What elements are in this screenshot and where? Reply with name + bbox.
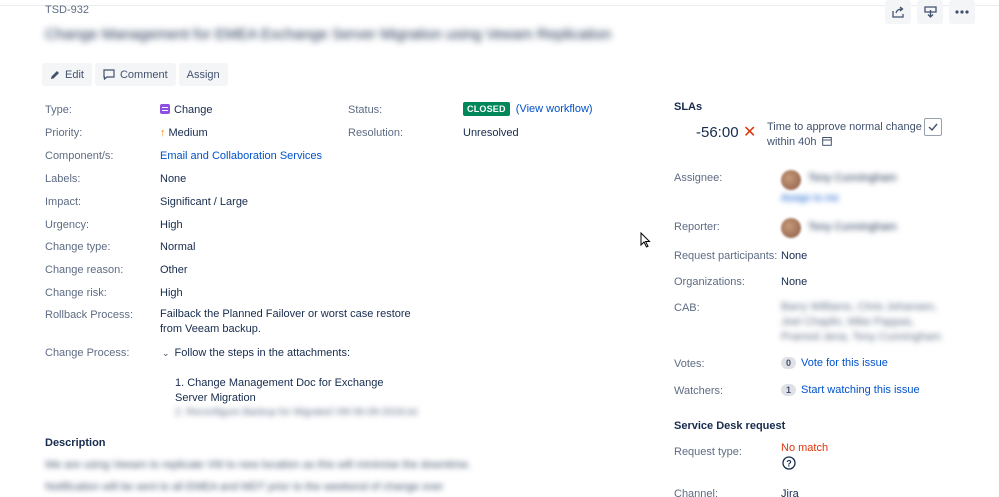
components-label: Component/s: [45, 150, 114, 162]
change-reason-value: Other [160, 264, 188, 276]
arrow-up-icon: ↑ [160, 127, 166, 139]
organizations-value: None [781, 276, 808, 288]
sla-time-remaining: -56:00 [696, 124, 739, 141]
export-button[interactable] [917, 0, 943, 24]
service-desk-heading: Service Desk request [674, 420, 786, 432]
question-circle-icon: ? [782, 456, 796, 470]
status-value: CLOSED (View workflow) [463, 102, 593, 116]
chevron-down-icon: ⌄ [162, 348, 170, 358]
share-icon [891, 6, 904, 18]
calendar-icon[interactable] [821, 136, 832, 146]
issue-toolbar: Edit Comment Assign [42, 63, 228, 86]
change-process-toggle-text: Follow the steps in the attachments: [174, 347, 351, 359]
priority-value: ↑ Medium [160, 127, 208, 139]
svg-text:?: ? [786, 459, 792, 469]
type-label: Type: [45, 104, 72, 116]
rollback-value: Failback the Planned Failover or worst c… [160, 308, 411, 335]
channel-label: Channel: [674, 488, 719, 497]
sla-within-text: within 40h [767, 136, 817, 148]
request-type-value: No match [781, 442, 829, 454]
change-risk-label: Change risk: [45, 287, 107, 299]
top-divider [0, 0, 999, 6]
change-type-label: Change type: [45, 241, 111, 253]
rollback-label: Rollback Process: [45, 309, 134, 321]
resolution-value: Unresolved [463, 127, 519, 139]
reporter-name[interactable]: Tony Cunningham [808, 221, 897, 233]
watchers-label: Watchers: [674, 385, 724, 397]
checkmark-icon [928, 123, 938, 131]
assign-label: Assign [186, 68, 220, 81]
change-process-step-2: 2. Reconfigure Backup for Migrated VM 06… [175, 407, 418, 418]
channel-value: Jira [781, 488, 799, 497]
change-type-value: Normal [160, 241, 196, 253]
cab-members: Barry Williams, Chris Johansen, Joel Cha… [781, 301, 942, 343]
edit-button[interactable]: Edit [42, 63, 92, 86]
more-icon [955, 10, 969, 14]
comment-button[interactable]: Comment [94, 63, 176, 86]
view-workflow-link[interactable]: (View workflow) [516, 103, 593, 115]
comment-icon [103, 69, 115, 80]
priority-text: Medium [168, 127, 208, 139]
votes-count-badge: 0 [781, 357, 797, 369]
watchers-count-badge: 1 [781, 384, 797, 396]
change-process-label: Change Process: [45, 347, 130, 359]
urgency-value: High [160, 219, 183, 231]
impact-value: Significant / Large [160, 196, 249, 208]
request-type-label: Request type: [674, 446, 742, 458]
urgency-label: Urgency: [45, 219, 90, 231]
change-process-toggle[interactable]: ⌄ Follow the steps in the attachments: [162, 347, 350, 359]
status-label: Status: [348, 104, 383, 116]
impact-label: Impact: [45, 196, 82, 208]
sla-goal-name: Time to approve normal change [767, 121, 922, 133]
help-icon[interactable]: ? [782, 456, 796, 473]
type-text: Change [174, 104, 213, 116]
assignee-avatar [781, 170, 801, 190]
export-icon [923, 6, 937, 18]
description-heading: Description [45, 437, 106, 449]
description-line-1: We are using Veeam to replicate VM to ne… [45, 459, 471, 471]
breached-x-icon: ✕ [743, 124, 757, 141]
reporter-avatar [781, 218, 801, 238]
change-type-icon [160, 104, 170, 114]
issue-title[interactable]: Change Management for EMEA Exchange Serv… [45, 26, 611, 43]
status-badge: CLOSED [463, 102, 510, 116]
priority-label: Priority: [45, 127, 83, 139]
assignee-label: Assignee: [674, 172, 723, 184]
type-value: Change [160, 104, 213, 116]
pencil-icon [51, 70, 59, 79]
votes-label: Votes: [674, 358, 705, 370]
change-reason-label: Change reason: [45, 264, 124, 276]
change-risk-value: High [160, 287, 183, 299]
assign-button[interactable]: Assign [178, 63, 228, 86]
slas-heading: SLAs [674, 101, 703, 113]
watchers-value: 1 Start watching this issue [781, 384, 920, 396]
sla-within: within 40h [767, 136, 832, 148]
issue-key[interactable]: TSD-932 [45, 4, 89, 16]
edit-label: Edit [65, 68, 84, 81]
vote-link[interactable]: Vote for this issue [801, 357, 888, 369]
assignee-name[interactable]: Tony Cunningham [808, 172, 897, 184]
resolution-label: Resolution: [348, 127, 404, 139]
assign-to-me-link[interactable]: Assign to me [781, 193, 839, 204]
component-link[interactable]: Email and Collaboration Services [160, 150, 322, 162]
reporter-label: Reporter: [674, 221, 720, 233]
participants-value: None [781, 250, 808, 262]
organizations-label: Organizations: [674, 276, 745, 288]
mouse-cursor-icon [640, 232, 651, 248]
change-process-step-1: 1. Change Management Doc for Exchange Se… [175, 377, 384, 404]
cab-label: CAB: [674, 302, 700, 314]
watch-link[interactable]: Start watching this issue [801, 384, 920, 396]
share-button[interactable] [885, 0, 911, 24]
votes-value: 0 Vote for this issue [781, 357, 888, 369]
sla-complete-checkbox[interactable] [924, 118, 942, 136]
labels-label: Labels: [45, 173, 81, 185]
labels-value: None [160, 173, 187, 185]
description-line-2: Notification will be sent to all EMEA an… [45, 481, 444, 493]
more-actions-button[interactable] [949, 0, 975, 24]
participants-label: Request participants: [674, 250, 778, 262]
comment-label: Comment [119, 68, 168, 81]
